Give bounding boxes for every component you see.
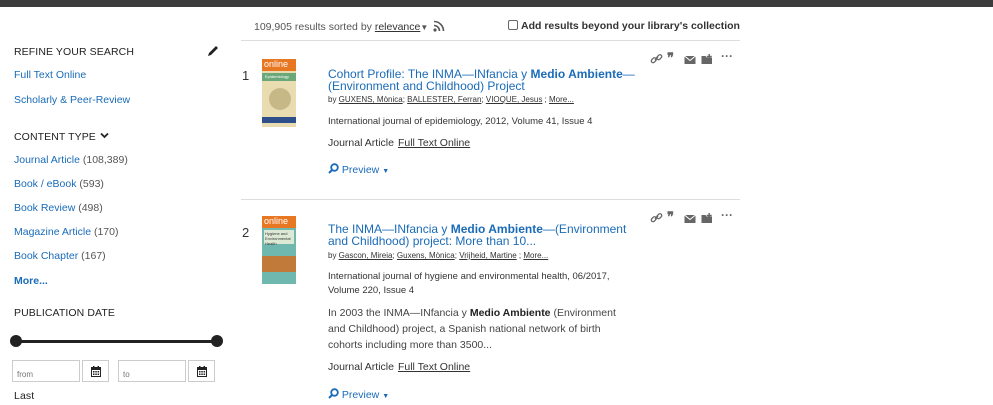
- content-type-label: Magazine Article: [14, 226, 92, 238]
- cover-thumbnail[interactable]: online Hygiene and Environmental Health: [262, 216, 298, 284]
- quote-icon[interactable]: ❞: [667, 210, 681, 223]
- online-badge: online: [264, 59, 289, 69]
- folder-add-icon[interactable]: [701, 211, 715, 223]
- date-slider-max-handle[interactable]: [211, 335, 223, 347]
- content-type-count: (170): [93, 226, 119, 238]
- caret-down-icon: ▼: [382, 168, 390, 175]
- publication-info: International journal of epidemiology, 2…: [328, 116, 593, 127]
- type-label: Journal Article: [328, 137, 394, 149]
- folder-add-icon[interactable]: [701, 52, 715, 64]
- full-text-link[interactable]: Full Text Online: [398, 361, 470, 373]
- last-label: Last: [14, 390, 35, 402]
- content-type-label: Book Review: [14, 202, 76, 214]
- content-type-count: (108,389): [82, 154, 128, 166]
- more-icon[interactable]: ···: [721, 209, 735, 223]
- cover-title: Epidemiology: [265, 74, 290, 79]
- content-type-count: (498): [78, 202, 103, 214]
- publication-info: International journal of hygiene and env…: [328, 271, 610, 296]
- refine-full-text-online[interactable]: Full Text Online: [14, 69, 86, 81]
- content-type-label: Book / eBook: [14, 178, 77, 190]
- refine-heading: REFINE YOUR SEARCH: [14, 46, 135, 58]
- results-summary: 109,905 results sorted by relevance▼: [254, 20, 445, 33]
- online-badge: online: [264, 216, 289, 226]
- full-text-link[interactable]: Full Text Online: [398, 137, 470, 149]
- author-link[interactable]: Guxens, Mònica: [397, 251, 455, 260]
- content-type-book-ebook[interactable]: Book / eBook (593): [14, 178, 104, 190]
- abstract-text: In 2003 the INMA—INfancia y: [328, 307, 470, 319]
- preview-toggle[interactable]: Preview ▼: [328, 388, 389, 401]
- chevron-down-icon: [100, 132, 109, 139]
- authors-more-link[interactable]: More...: [523, 251, 548, 260]
- rss-icon[interactable]: [433, 20, 445, 32]
- caret-down-icon: ▼: [382, 393, 390, 400]
- search-icon: [328, 163, 339, 174]
- email-icon[interactable]: [684, 52, 698, 64]
- author-link[interactable]: GUXENS, Mònica: [339, 95, 403, 104]
- date-from-input[interactable]: [12, 360, 80, 382]
- result-abstract: In 2003 the INMA—INfancia y Medio Ambien…: [328, 305, 628, 353]
- date-to-input[interactable]: [118, 360, 186, 382]
- content-type-book-review[interactable]: Book Review (498): [14, 202, 103, 214]
- author-link[interactable]: VIOQUE, Jesus: [486, 95, 542, 104]
- author-link[interactable]: Vrijheid, Martine: [459, 251, 517, 260]
- content-type-book-chapter[interactable]: Book Chapter (167): [14, 250, 106, 262]
- content-type-label: Book Chapter: [14, 250, 79, 262]
- title-highlight: Medio Ambiente: [530, 67, 623, 81]
- author-link[interactable]: BALLESTER, Ferran: [407, 95, 481, 104]
- content-type-count: (167): [81, 250, 106, 262]
- content-type-more-link[interactable]: More...: [14, 275, 48, 287]
- content-type: Journal Article Full Text Online: [328, 137, 470, 149]
- result-authors: by GUXENS, Mònica; BALLESTER, Ferran; VI…: [328, 95, 574, 104]
- sort-dropdown[interactable]: relevance: [375, 21, 421, 33]
- add-beyond-label: Add results beyond your library's collec…: [521, 20, 740, 32]
- more-icon[interactable]: ···: [721, 50, 735, 64]
- result-title[interactable]: Cohort Profile: The INMA—INfancia y Medi…: [328, 68, 638, 92]
- results-count: 109,905 results sorted by: [254, 21, 372, 33]
- date-from-calendar-button[interactable]: [82, 360, 109, 382]
- date-slider-track[interactable]: [16, 340, 216, 343]
- preview-toggle[interactable]: Preview ▼: [328, 163, 389, 176]
- add-beyond-checkbox[interactable]: [508, 20, 518, 30]
- content-type-heading[interactable]: CONTENT TYPE: [14, 131, 109, 143]
- result-actions: ❞ ···: [650, 209, 738, 223]
- right-panel: [752, 7, 993, 405]
- cover-title: Hygiene and Environmental Health: [265, 231, 291, 246]
- content-type-label: CONTENT TYPE: [14, 131, 96, 143]
- calendar-icon: [91, 366, 101, 377]
- date-to-calendar-button[interactable]: [188, 360, 215, 382]
- content-type-label: Journal Article: [14, 154, 80, 166]
- email-icon[interactable]: [684, 211, 698, 223]
- author-link[interactable]: Gascon, Mireia: [339, 251, 393, 260]
- refine-scholarly-peer-review[interactable]: Scholarly & Peer-Review: [14, 94, 130, 106]
- divider: [241, 40, 740, 41]
- content-type-journal-article[interactable]: Journal Article (108,389): [14, 154, 128, 166]
- result-title[interactable]: The INMA—INfancia y Medio Ambiente—(Envi…: [328, 223, 638, 247]
- result-authors: by Gascon, Mireia; Guxens, Mònica; Vrijh…: [328, 251, 549, 260]
- result-number: 2: [242, 225, 250, 240]
- cover-thumbnail[interactable]: online Epidemiology: [262, 59, 298, 127]
- caret-down-icon: ▼: [420, 23, 429, 32]
- result-number: 1: [242, 68, 250, 83]
- content-type: Journal Article Full Text Online: [328, 361, 470, 373]
- authors-more-link[interactable]: More...: [549, 95, 574, 104]
- content-type-count: (593): [79, 178, 104, 190]
- link-icon[interactable]: [650, 52, 664, 64]
- type-label: Journal Article: [328, 361, 394, 373]
- quote-icon[interactable]: ❞: [667, 51, 681, 64]
- date-slider-min-handle[interactable]: [10, 335, 22, 347]
- top-bar: [0, 0, 993, 7]
- link-icon[interactable]: [650, 211, 664, 223]
- search-icon: [328, 388, 339, 399]
- abstract-highlight: Medio Ambiente: [469, 307, 551, 319]
- calendar-icon: [197, 366, 207, 377]
- publication-date-heading: PUBLICATION DATE: [14, 307, 115, 319]
- pencil-icon[interactable]: [205, 43, 221, 59]
- content-type-magazine-article[interactable]: Magazine Article (170): [14, 226, 118, 238]
- result-actions: ❞ ···: [650, 50, 738, 64]
- preview-label: Preview: [341, 164, 380, 176]
- divider: [241, 199, 740, 200]
- add-beyond-collection[interactable]: Add results beyond your library's collec…: [508, 20, 740, 32]
- preview-label: Preview: [341, 389, 380, 401]
